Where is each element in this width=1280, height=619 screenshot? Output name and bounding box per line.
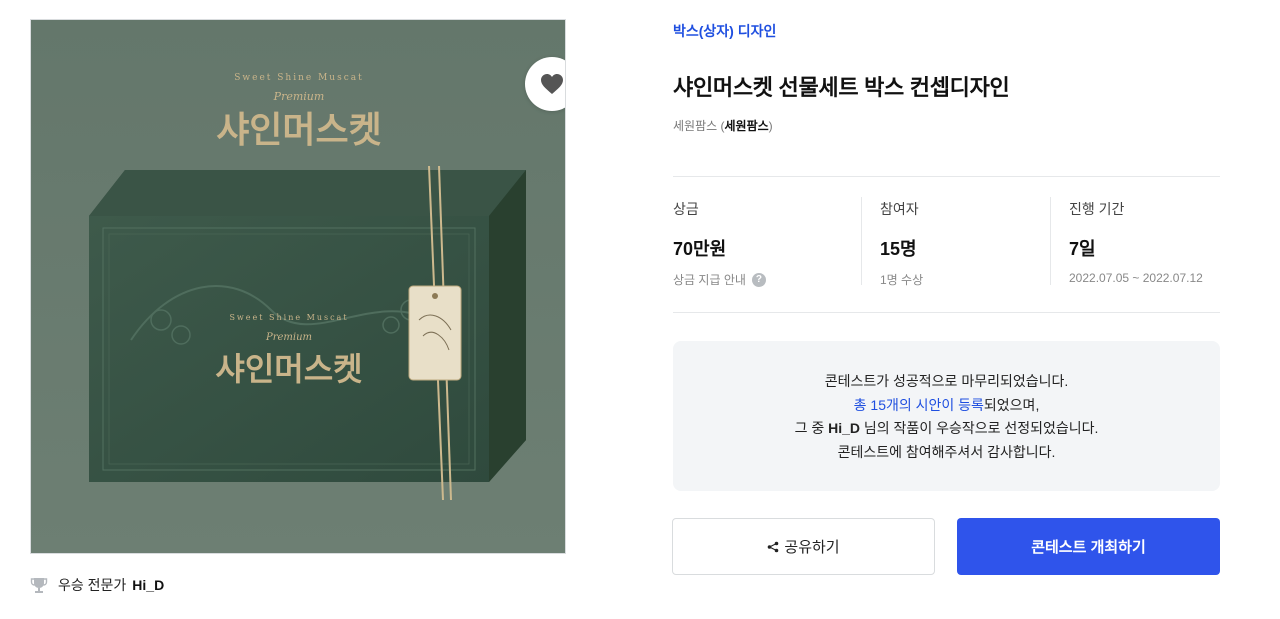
contest-category[interactable]: 박스(상자) 디자인	[673, 21, 776, 41]
contest-host: 세원팜스 (세원팜스)	[673, 117, 773, 134]
winner-label: 우승 전문가	[58, 577, 127, 593]
stat-period: 진행 기간 7일 2022.07.05 ~ 2022.07.12	[1050, 177, 1220, 312]
contest-result-notice: 콘테스트가 성공적으로 마무리되었습니다. 총 15개의 시안이 등록되었으며,…	[673, 341, 1220, 491]
winner-name-inline: Hi_D	[828, 420, 861, 436]
gift-box-illustration: Sweet Shine Muscat Premium 샤인머스켓 Sweet S…	[31, 20, 565, 553]
stat-label: 상금	[673, 201, 699, 217]
stat-value: 7일	[1069, 239, 1096, 259]
contest-title: 샤인머스켓 선물세트 박스 컨셉디자인	[673, 75, 1010, 100]
stat-prize: 상금 70만원 상금 지급 안내 ?	[673, 177, 861, 312]
notice-text: 님의 작품이 우승작으로 선정되었습니다.	[860, 420, 1099, 436]
prize-payment-info[interactable]: 상금 지급 안내 ?	[673, 271, 861, 288]
stat-label: 진행 기간	[1069, 201, 1125, 217]
winner-info: 우승 전문가 Hi_D	[30, 574, 164, 596]
notice-text: 되었으며,	[983, 396, 1040, 413]
host-prefix: 세원팜스 (	[673, 119, 725, 133]
notice-text: 그 중	[794, 420, 829, 436]
notice-line: 콘테스트가 성공적으로 마무리되었습니다.	[824, 373, 1069, 389]
stat-value: 70만원	[673, 239, 727, 259]
svg-text:Sweet Shine Muscat: Sweet Shine Muscat	[234, 73, 363, 83]
stat-sub-text: 상금 지급 안내	[673, 273, 746, 287]
notice-line: 콘테스트에 참여해주셔서 감사합니다.	[837, 443, 1056, 460]
host-contest-button[interactable]: 콘테스트 개최하기	[957, 518, 1220, 575]
stat-divider	[861, 197, 862, 285]
share-label: 공유하기	[784, 539, 840, 556]
svg-text:Premium: Premium	[265, 332, 312, 343]
host-suffix: )	[768, 119, 773, 133]
svg-text:샤인머스켓: 샤인머스켓	[216, 110, 382, 151]
notice-line: 그 중 Hi_D 님의 작품이 우승작으로 선정되었습니다.	[673, 417, 1220, 441]
product-image[interactable]: Sweet Shine Muscat Premium 샤인머스켓 Sweet S…	[30, 19, 566, 554]
host-name[interactable]: 세원팜스	[725, 119, 769, 133]
svg-text:Sweet Shine Muscat: Sweet Shine Muscat	[229, 313, 348, 322]
contest-stats: 상금 70만원 상금 지급 안내 ? 참여자 15명 1명 수상 진행 기간 7…	[673, 176, 1220, 313]
svg-text:Premium: Premium	[273, 90, 325, 103]
heart-icon	[541, 74, 563, 94]
stat-participants: 참여자 15명 1명 수상	[861, 177, 1050, 312]
trophy-icon	[30, 578, 48, 593]
stat-sub-text: 1명 수상	[880, 273, 924, 287]
stat-label: 참여자	[880, 201, 919, 217]
stat-sub-text: 2022.07.05 ~ 2022.07.12	[1069, 271, 1203, 285]
share-button[interactable]: 공유하기	[672, 518, 935, 575]
share-icon	[768, 541, 779, 552]
help-icon[interactable]: ?	[751, 272, 766, 287]
svg-text:샤인머스켓: 샤인머스켓	[215, 350, 362, 388]
stat-value: 15명	[880, 239, 917, 259]
stat-divider	[1050, 197, 1051, 285]
winner-name[interactable]: Hi_D	[132, 577, 164, 593]
notice-line: 총 15개의 시안이 등록되었으며,	[673, 394, 1220, 418]
host-contest-label: 콘테스트 개최하기	[1031, 539, 1146, 556]
submissions-link[interactable]: 총 15개의 시안이 등록	[854, 397, 984, 413]
